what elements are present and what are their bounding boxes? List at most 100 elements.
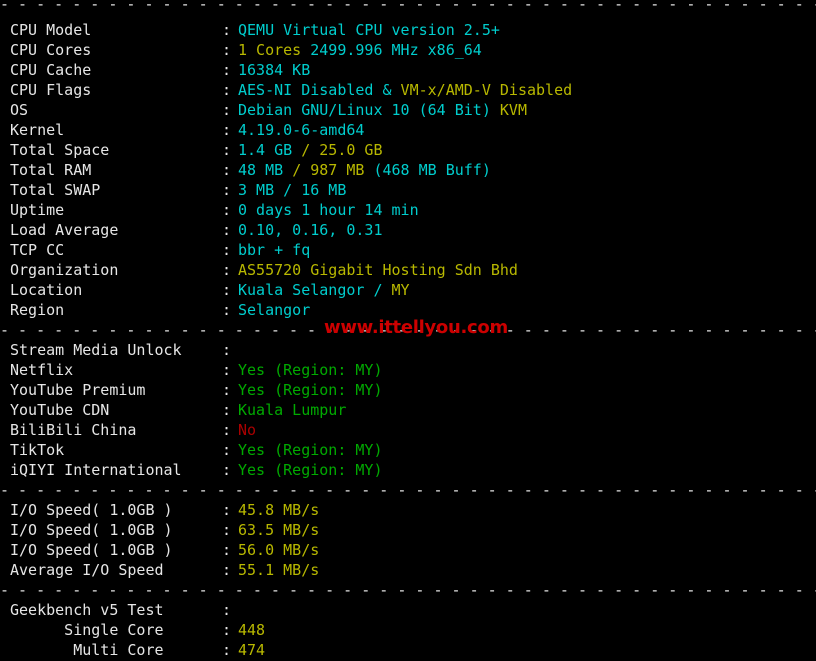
row-value: 0 days 1 hour 14 min <box>238 201 419 219</box>
row-label: Load Average <box>10 221 119 239</box>
row-value: AS55720 Gigabit Hosting Sdn Bhd <box>238 261 518 279</box>
row-label: Total Space <box>10 141 110 159</box>
row-value: Yes (Region: MY) <box>238 381 383 399</box>
row-label: iQIYI International <box>10 461 182 479</box>
info-row-cpu-flags: CPU Flags: AES-NI Disabled & VM-x/AMD-V D… <box>0 80 816 100</box>
info-row-location: Location: Kuala Selangor / MY <box>0 280 816 300</box>
row-value: 56.0 MB/s <box>238 541 320 559</box>
row-label: Geekbench v5 Test <box>10 601 164 619</box>
row-label: I/O Speed( 1.0GB ) <box>10 541 173 559</box>
row-colon: : <box>222 541 232 559</box>
row-colon: : <box>222 301 232 319</box>
io-row-2-i-o-speed-1-0gb: I/O Speed( 1.0GB ):56.0 MB/s <box>0 540 816 560</box>
system-info-section: CPU Model: QEMU Virtual CPU version 2.5+ C… <box>0 20 816 320</box>
geekbench-header-row: Geekbench v5 Test: <box>0 600 816 620</box>
info-row-cpu-cache: CPU Cache:16384 KB <box>0 60 816 80</box>
stream-row-youtube-cdn: YouTube CDN: Kuala Lumpur <box>0 400 816 420</box>
info-row-cpu-cores: CPU Cores:1 Cores 2499.996 MHz x86_64 <box>0 40 816 60</box>
row-label: I/O Speed( 1.0GB ) <box>10 501 173 519</box>
row-colon: : <box>222 261 232 279</box>
row-value: Yes (Region: MY) <box>238 441 383 459</box>
separator-after-io: - - - - - - - - - - - - - - - - - - - - … <box>0 581 816 599</box>
row-label: TCP CC <box>10 241 65 259</box>
row-value: Yes (Region: MY) <box>238 361 383 379</box>
stream-row-iqiyi-international: iQIYI International: Yes (Region: MY) <box>0 460 816 480</box>
row-value: 45.8 MB/s <box>238 501 320 519</box>
row-colon: : <box>222 241 232 259</box>
separator-after-stream: - - - - - - - - - - - - - - - - - - - - … <box>0 481 816 499</box>
row-colon: : <box>222 61 232 79</box>
info-row-total-ram: Total RAM:48 MB / 987 MB (468 MB Buff) <box>0 160 816 180</box>
row-value: 2499.996 MHz x86_64 <box>301 41 482 59</box>
row-label: TikTok <box>10 441 65 459</box>
row-label: Multi Core <box>10 641 164 659</box>
stream-row-bilibili-china: BiliBili China: No <box>0 420 816 440</box>
row-label: CPU Flags <box>10 81 92 99</box>
row-colon: : <box>222 461 232 479</box>
row-value: bbr + fq <box>238 241 311 259</box>
row-value: Debian GNU/Linux 10 (64 Bit) <box>238 101 491 119</box>
row-value: No <box>238 421 257 439</box>
row-colon: : <box>222 641 232 659</box>
stream-row-tiktok: TikTok: Yes (Region: MY) <box>0 440 816 460</box>
info-row-total-space: Total Space:1.4 GB / 25.0 GB <box>0 140 816 160</box>
row-label: Stream Media Unlock <box>10 341 182 359</box>
row-label: Average I/O Speed <box>10 561 164 579</box>
row-value: 3 MB / 16 MB <box>238 181 347 199</box>
stream-row-netflix: Netflix: Yes (Region: MY) <box>0 360 816 380</box>
terminal-window: - - - - - - - - - - - - - - - - - - - - … <box>0 0 816 661</box>
row-label: Kernel <box>10 121 65 139</box>
row-value: Kuala Lumpur <box>238 401 347 419</box>
separator-top: - - - - - - - - - - - - - - - - - - - - … <box>0 0 816 13</box>
row-colon: : <box>222 81 232 99</box>
row-label: Total SWAP <box>10 181 101 199</box>
row-colon: : <box>222 521 232 539</box>
row-colon: : <box>222 381 232 399</box>
info-row-cpu-model: CPU Model: QEMU Virtual CPU version 2.5+ <box>0 20 816 40</box>
row-value: 55.1 MB/s <box>238 561 320 579</box>
row-label: OS <box>10 101 29 119</box>
info-row-region: Region: Selangor <box>0 300 816 320</box>
stream-media-unlock-section: Stream Media Unlock: Netflix: Yes (Region:… <box>0 340 816 480</box>
io-row-0-i-o-speed-1-0gb: I/O Speed( 1.0GB ):45.8 MB/s <box>0 500 816 520</box>
row-label: BiliBili China <box>10 421 137 439</box>
row-value: 4.19.0-6-amd64 <box>238 121 365 139</box>
info-row-organization: Organization: AS55720 Gigabit Hosting Sdn… <box>0 260 816 280</box>
row-colon: : <box>222 201 232 219</box>
info-row-kernel: Kernel:4.19.0-6-amd64 <box>0 120 816 140</box>
row-colon: : <box>222 501 232 519</box>
row-colon: : <box>222 221 232 239</box>
row-label: CPU Cache <box>10 61 92 79</box>
row-colon: : <box>222 41 232 59</box>
row-value: 1.4 GB <box>238 141 302 159</box>
row-value: 1 Cores <box>238 41 302 59</box>
stream-row-youtube-premium: YouTube Premium: Yes (Region: MY) <box>0 380 816 400</box>
row-label: YouTube Premium <box>10 381 146 399</box>
row-label: I/O Speed( 1.0GB ) <box>10 521 173 539</box>
row-value: Yes (Region: MY) <box>238 461 383 479</box>
row-colon: : <box>222 421 232 439</box>
row-value: 16384 KB <box>238 61 311 79</box>
row-colon: : <box>222 101 232 119</box>
row-value: 448 <box>238 621 266 639</box>
info-row-uptime: Uptime:0 days 1 hour 14 min <box>0 200 816 220</box>
row-colon: : <box>222 441 232 459</box>
row-colon: : <box>222 621 232 639</box>
row-colon: : <box>222 281 232 299</box>
row-colon: : <box>222 161 232 179</box>
row-colon: : <box>222 561 232 579</box>
row-label: Uptime <box>10 201 65 219</box>
geekbench-row-multi-core: Multi Core:474 <box>0 640 816 660</box>
row-colon: : <box>222 21 232 39</box>
row-label: Netflix <box>10 361 74 379</box>
row-label: Region <box>10 301 65 319</box>
row-value: 63.5 MB/s <box>238 521 320 539</box>
geekbench-section: Geekbench v5 Test: Single Core:448 Multi… <box>0 600 816 660</box>
row-value: KVM <box>490 101 527 119</box>
row-label: Single Core <box>10 621 164 639</box>
row-value: Selangor <box>238 301 311 319</box>
row-colon: : <box>222 341 232 359</box>
row-colon: : <box>222 121 232 139</box>
row-colon: : <box>222 601 232 619</box>
io-speed-section: I/O Speed( 1.0GB ):45.8 MB/s I/O Speed( 1… <box>0 500 816 580</box>
